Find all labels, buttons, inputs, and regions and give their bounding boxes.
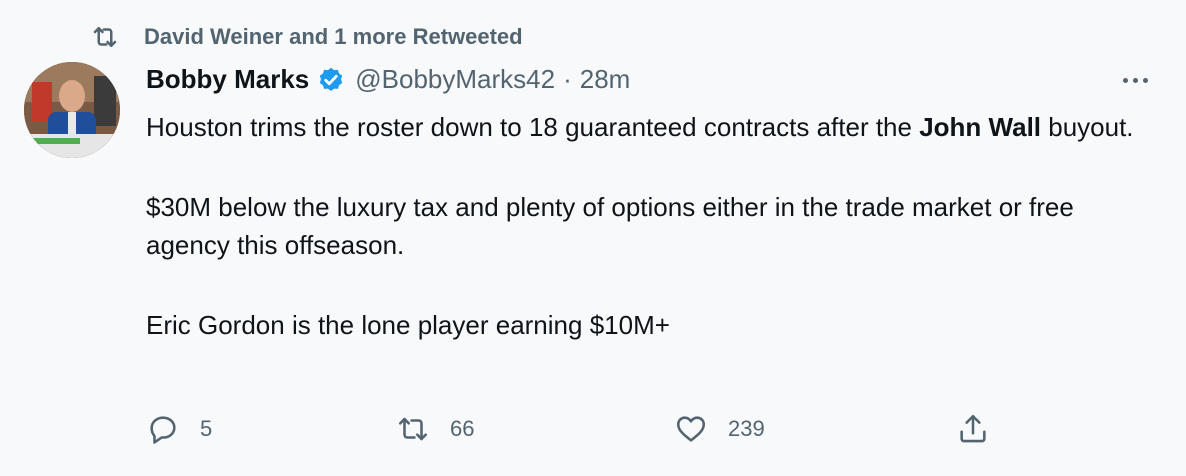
tweet-header: Bobby Marks @BobbyMarks42 · 28m [146, 64, 630, 95]
more-horizontal-icon [1123, 78, 1128, 83]
avatar[interactable] [24, 62, 120, 158]
separator-dot: · [563, 64, 572, 94]
tweet-timestamp[interactable]: 28m [580, 64, 631, 95]
tweet-card[interactable]: David Weiner and 1 more Retweeted Bobby … [0, 0, 1186, 476]
bold-mention: John Wall [919, 112, 1042, 142]
author-name[interactable]: Bobby Marks [146, 64, 309, 95]
retweet-count: 66 [450, 416, 475, 441]
more-options-button[interactable] [1119, 70, 1152, 91]
reply-icon [150, 416, 176, 444]
heart-icon [676, 416, 706, 442]
retweet-context-text: David Weiner and 1 more Retweeted [144, 24, 523, 49]
tweet-text: Houston trims the roster down to 18 guar… [146, 108, 1146, 344]
share-button[interactable] [956, 412, 990, 446]
retweet-button[interactable]: 66 [396, 412, 474, 446]
tweet-paragraph-2: $30M below the luxury tax and plenty of … [146, 192, 1074, 260]
like-button[interactable]: 239 [674, 412, 765, 446]
action-bar: 5 66 239 [146, 412, 1006, 452]
reply-button[interactable]: 5 [146, 412, 212, 446]
like-count: 239 [728, 416, 765, 441]
retweet-icon [93, 27, 117, 47]
avatar-image [24, 62, 120, 158]
author-handle[interactable]: @BobbyMarks42 [355, 64, 555, 95]
tweet-paragraph-3: Eric Gordon is the lone player earning $… [146, 310, 670, 340]
retweet-icon [398, 417, 428, 441]
tweet-paragraph-1: Houston trims the roster down to 18 guar… [146, 112, 1134, 142]
verified-badge-icon [320, 67, 343, 91]
retweet-context[interactable]: David Weiner and 1 more Retweeted [90, 22, 523, 52]
share-icon [960, 414, 986, 443]
reply-count: 5 [200, 416, 213, 441]
